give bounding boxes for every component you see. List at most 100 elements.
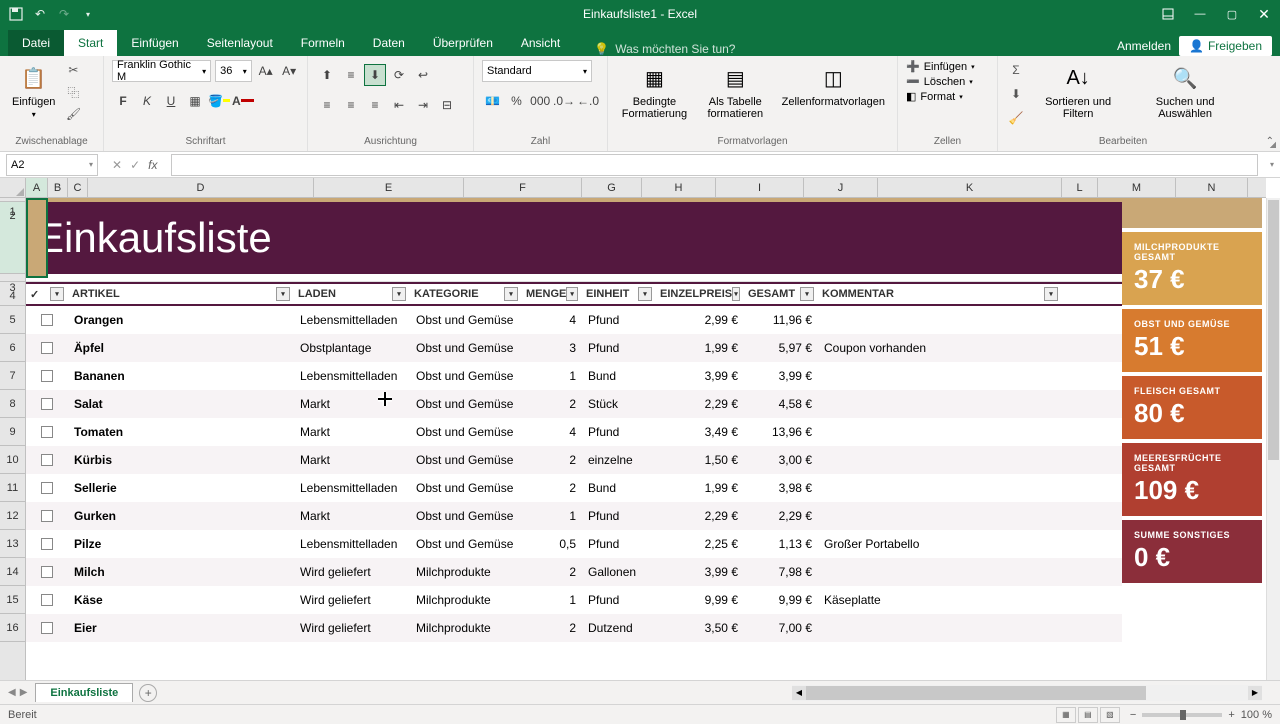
table-header-einzelpreis[interactable]: EINZELPREIS▾ bbox=[656, 284, 744, 304]
tab-nav-prev-icon[interactable]: ◀ bbox=[8, 687, 16, 698]
autosum-icon[interactable]: Σ bbox=[1006, 60, 1026, 80]
delete-cells-button[interactable]: ➖Löschen▾ bbox=[906, 75, 973, 88]
minimize-icon[interactable]: — bbox=[1184, 0, 1216, 28]
align-bottom-icon[interactable]: ⬇ bbox=[364, 64, 386, 86]
tab-insert[interactable]: Einfügen bbox=[117, 30, 192, 56]
tab-nav-next-icon[interactable]: ▶ bbox=[20, 687, 28, 698]
table-row[interactable]: KürbisMarktObst und Gemüse2einzelne1,50 … bbox=[26, 446, 1122, 474]
increase-indent-icon[interactable]: ⇥ bbox=[412, 94, 434, 116]
underline-button[interactable]: U bbox=[160, 90, 182, 112]
clear-icon[interactable]: 🧹 bbox=[1006, 108, 1026, 128]
maximize-icon[interactable]: ▢ bbox=[1216, 0, 1248, 28]
tab-pagelayout[interactable]: Seitenlayout bbox=[193, 30, 287, 56]
col-header-C[interactable]: C bbox=[68, 178, 88, 197]
col-header-I[interactable]: I bbox=[716, 178, 804, 197]
row-header-4[interactable]: 4 bbox=[0, 282, 25, 306]
cancel-formula-icon[interactable]: ✕ bbox=[112, 158, 122, 172]
page-layout-view-button[interactable]: ▤ bbox=[1078, 707, 1098, 723]
tab-data[interactable]: Daten bbox=[359, 30, 419, 56]
hscroll-thumb[interactable] bbox=[806, 686, 1146, 700]
share-button[interactable]: 👤 Freigeben bbox=[1179, 36, 1272, 56]
filter-button-gesamt[interactable]: ▾ bbox=[800, 287, 814, 301]
table-row[interactable]: EierWird geliefertMilchprodukte2Dutzend3… bbox=[26, 614, 1122, 642]
grid[interactable]: Einkaufsliste ✓▾ARTIKEL▾LADEN▾KATEGORIE▾… bbox=[26, 198, 1266, 680]
filter-button-artikel[interactable]: ▾ bbox=[276, 287, 290, 301]
row-header-16[interactable]: 16 bbox=[0, 614, 25, 642]
fx-icon[interactable]: fx bbox=[148, 158, 157, 172]
table-header-artikel[interactable]: ARTIKEL▾ bbox=[68, 284, 294, 304]
row-header-5[interactable]: 5 bbox=[0, 306, 25, 334]
tab-file[interactable]: Datei bbox=[8, 30, 64, 56]
done-checkbox[interactable] bbox=[41, 482, 53, 494]
done-checkbox[interactable] bbox=[41, 426, 53, 438]
tab-review[interactable]: Überprüfen bbox=[419, 30, 507, 56]
page-break-view-button[interactable]: ▧ bbox=[1100, 707, 1120, 723]
col-header-L[interactable]: L bbox=[1062, 178, 1098, 197]
horizontal-scrollbar[interactable]: ◀ ▶ bbox=[792, 685, 1262, 701]
formula-bar[interactable] bbox=[171, 154, 1258, 176]
close-icon[interactable]: ✕ bbox=[1248, 0, 1280, 28]
table-header-kommentar[interactable]: KOMMENTAR▾ bbox=[818, 284, 1062, 304]
undo-icon[interactable]: ↶ bbox=[32, 6, 48, 22]
align-middle-icon[interactable]: ≡ bbox=[340, 64, 362, 86]
wrap-text-icon[interactable]: ↩ bbox=[412, 64, 434, 86]
table-row[interactable]: BananenLebensmittelladenObst und Gemüse1… bbox=[26, 362, 1122, 390]
table-row[interactable]: PilzeLebensmittelladenObst und Gemüse0,5… bbox=[26, 530, 1122, 558]
vscroll-thumb[interactable] bbox=[1268, 200, 1279, 460]
row-header-10[interactable]: 10 bbox=[0, 446, 25, 474]
comma-icon[interactable]: 000 bbox=[529, 90, 551, 112]
hscroll-right-icon[interactable]: ▶ bbox=[1248, 686, 1262, 700]
row-header-8[interactable]: 8 bbox=[0, 390, 25, 418]
conditional-formatting-button[interactable]: ▦Bedingte Formatierung bbox=[616, 60, 693, 122]
cell-styles-button[interactable]: ◫Zellenformatvorlagen bbox=[778, 60, 889, 110]
row-header-9[interactable]: 9 bbox=[0, 418, 25, 446]
normal-view-button[interactable]: ▦ bbox=[1056, 707, 1076, 723]
done-checkbox[interactable] bbox=[41, 454, 53, 466]
col-header-N[interactable]: N bbox=[1176, 178, 1248, 197]
zoom-slider[interactable] bbox=[1142, 713, 1222, 717]
qat-dropdown-icon[interactable]: ▾ bbox=[80, 6, 96, 22]
table-row[interactable]: SellerieLebensmittelladenObst und Gemüse… bbox=[26, 474, 1122, 502]
tab-start[interactable]: Start bbox=[64, 30, 117, 56]
currency-icon[interactable]: 💶 bbox=[482, 90, 504, 112]
done-checkbox[interactable] bbox=[41, 566, 53, 578]
orientation-icon[interactable]: ⟳ bbox=[388, 64, 410, 86]
bold-button[interactable]: F bbox=[112, 90, 134, 112]
done-checkbox[interactable] bbox=[41, 510, 53, 522]
row-header-7[interactable]: 7 bbox=[0, 362, 25, 390]
table-header-gesamt[interactable]: GESAMT▾ bbox=[744, 284, 818, 304]
row-header-13[interactable]: 13 bbox=[0, 530, 25, 558]
col-header-A[interactable]: A bbox=[26, 178, 48, 197]
row-header-11[interactable]: 11 bbox=[0, 474, 25, 502]
row-header-12[interactable]: 12 bbox=[0, 502, 25, 530]
align-center-icon[interactable]: ≡ bbox=[340, 94, 362, 116]
ribbon-options-icon[interactable] bbox=[1152, 0, 1184, 28]
col-header-B[interactable]: B bbox=[48, 178, 68, 197]
table-row[interactable]: TomatenMarktObst und Gemüse4Pfund3,49 €1… bbox=[26, 418, 1122, 446]
table-header-check[interactable]: ✓▾ bbox=[26, 284, 68, 304]
cut-icon[interactable]: ✂ bbox=[63, 60, 83, 80]
sign-in-link[interactable]: Anmelden bbox=[1117, 39, 1171, 53]
align-left-icon[interactable]: ≡ bbox=[316, 94, 338, 116]
sort-filter-button[interactable]: A↓Sortieren und Filtern bbox=[1030, 60, 1126, 122]
find-select-button[interactable]: 🔍Suchen und Auswählen bbox=[1130, 60, 1240, 122]
filter-button-kommentar[interactable]: ▾ bbox=[1044, 287, 1058, 301]
column-headers[interactable]: ABCDEFGHIJKLMN bbox=[26, 178, 1266, 198]
col-header-F[interactable]: F bbox=[464, 178, 582, 197]
copy-icon[interactable]: ⿻ bbox=[63, 82, 83, 102]
font-name-combo[interactable]: Franklin Gothic M▾ bbox=[112, 60, 211, 82]
paste-button[interactable]: 📋 Einfügen ▾ bbox=[8, 60, 59, 121]
enter-formula-icon[interactable]: ✓ bbox=[130, 158, 140, 172]
table-row[interactable]: KäseWird geliefertMilchprodukte1Pfund9,9… bbox=[26, 586, 1122, 614]
name-box[interactable]: A2▾ bbox=[6, 154, 98, 176]
done-checkbox[interactable] bbox=[41, 538, 53, 550]
table-header-einheit[interactable]: EINHEIT▾ bbox=[582, 284, 656, 304]
fill-icon[interactable]: ⬇ bbox=[1006, 84, 1026, 104]
hscroll-left-icon[interactable]: ◀ bbox=[792, 686, 806, 700]
sheet-tab-active[interactable]: Einkaufsliste bbox=[35, 683, 133, 702]
row-header-3[interactable]: 3 bbox=[0, 274, 25, 282]
table-header-menge[interactable]: MENGE▾ bbox=[522, 284, 582, 304]
zoom-value[interactable]: 100 % bbox=[1241, 709, 1272, 721]
tab-formulas[interactable]: Formeln bbox=[287, 30, 359, 56]
merge-icon[interactable]: ⊟ bbox=[436, 94, 458, 116]
